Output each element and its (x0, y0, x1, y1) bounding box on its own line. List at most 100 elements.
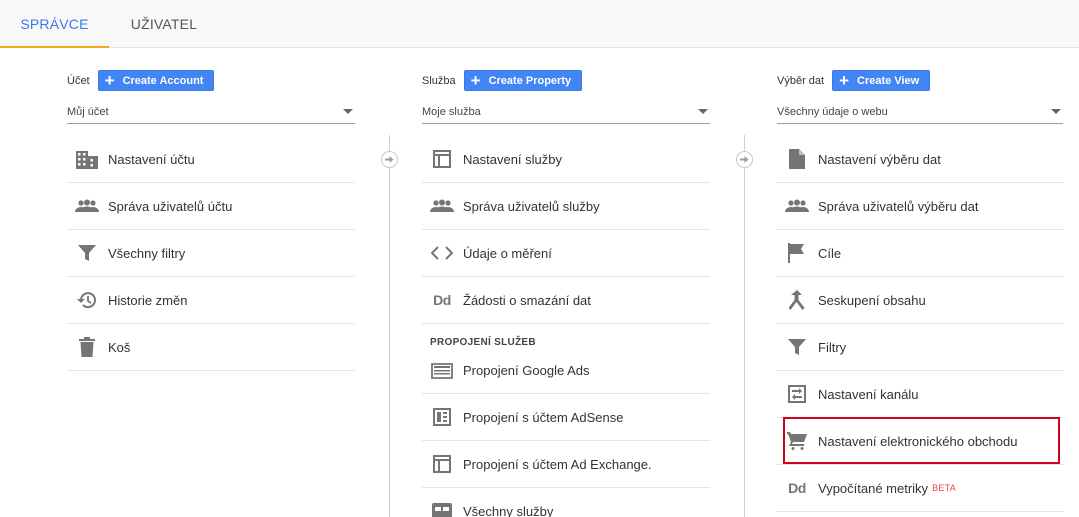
dropdown-caret-icon (1051, 109, 1061, 114)
column-divider (389, 135, 390, 517)
create-account-button[interactable]: + Create Account (97, 70, 215, 91)
item-label: Údaje o měření (463, 245, 552, 261)
item-label: Propojení s účtem Ad Exchange. (463, 456, 652, 472)
item-label: Historie změn (108, 292, 188, 308)
trash-icon (75, 335, 99, 359)
account-users-item[interactable]: Správa uživatelů účtu (67, 183, 355, 230)
filter-icon (785, 335, 809, 359)
account-menu: Nastavení účtu Správa uživatelů účtu Vše… (67, 136, 355, 371)
arrow-right-icon (736, 151, 753, 168)
plus-icon: + (839, 71, 850, 90)
item-label: Nastavení elektronického obchodu (818, 433, 1018, 449)
tab-admin[interactable]: SPRÁVCE (0, 0, 109, 48)
account-filters-item[interactable]: Všechny filtry (67, 230, 355, 277)
item-label: Nastavení služby (463, 151, 562, 167)
property-users-item[interactable]: Správa uživatelů služby (422, 183, 710, 230)
view-menu: Nastavení výběru dat Správa uživatelů vý… (777, 136, 1063, 512)
item-label: Koš (108, 339, 131, 355)
view-column: Výběr dat + Create View Všechny údaje o … (777, 48, 1064, 517)
account-history-item[interactable]: Historie změn (67, 277, 355, 324)
item-label: Správa uživatelů služby (463, 198, 600, 214)
view-filters-item[interactable]: Filtry (777, 324, 1063, 371)
all-services-item[interactable]: Všechny služby (422, 488, 710, 517)
cart-icon (785, 429, 809, 453)
account-selected: Můj účet (67, 105, 109, 118)
item-label: Nastavení výběru dat (818, 151, 941, 167)
item-label: Propojení s účtem AdSense (463, 409, 624, 425)
item-label: Cíle (818, 245, 842, 261)
account-trash-item[interactable]: Koš (67, 324, 355, 371)
dropdown-caret-icon (698, 109, 708, 114)
ecommerce-settings-item[interactable]: Nastavení elektronického obchodu (777, 418, 1063, 465)
account-selector[interactable]: Můj účet (67, 100, 355, 124)
view-label: Výběr dat (777, 74, 825, 87)
services-icon (430, 499, 454, 517)
account-header: Účet + Create Account (67, 70, 215, 91)
item-label: Filtry (818, 339, 847, 355)
adsense-icon (430, 405, 454, 429)
property-selected: Moje služba (422, 105, 481, 118)
people-icon (785, 194, 809, 218)
item-label: Správa uživatelů výběru dat (818, 198, 979, 214)
property-settings-item[interactable]: Nastavení služby (422, 136, 710, 183)
create-property-label: Create Property (488, 74, 572, 87)
property-deletion-item[interactable]: Dd Žádosti o smazání dat (422, 277, 710, 324)
property-selector[interactable]: Moje služba (422, 100, 710, 124)
account-settings-item[interactable]: Nastavení účtu (67, 136, 355, 183)
layout-icon (430, 147, 454, 171)
adsense-link-item[interactable]: Propojení s účtem AdSense (422, 394, 710, 441)
history-icon (75, 288, 99, 312)
create-view-label: Create View (857, 74, 920, 87)
item-label: Správa uživatelů účtu (108, 198, 233, 214)
property-tracking-item[interactable]: Údaje o měření (422, 230, 710, 277)
item-label: Nastavení účtu (108, 151, 195, 167)
ad-exchange-link-item[interactable]: Propojení s účtem Ad Exchange. (422, 441, 710, 488)
item-label: Nastavení kanálu (818, 386, 919, 402)
view-users-item[interactable]: Správa uživatelů výběru dat (777, 183, 1063, 230)
account-column: Účet + Create Account Můj účet Nastavení… (67, 48, 355, 517)
view-settings-item[interactable]: Nastavení výběru dat (777, 136, 1063, 183)
people-icon (75, 194, 99, 218)
channel-settings-item[interactable]: Nastavení kanálu (777, 371, 1063, 418)
goals-item[interactable]: Cíle (777, 230, 1063, 277)
create-account-label: Create Account (122, 74, 204, 87)
create-view-button[interactable]: + Create View (832, 70, 931, 91)
item-label: Seskupení obsahu (818, 292, 926, 308)
column-divider (744, 135, 745, 517)
funnel-settings-icon (785, 382, 809, 406)
google-ads-link-item[interactable]: Propojení Google Ads (422, 348, 710, 394)
merge-icon (785, 288, 809, 312)
plus-icon: + (470, 71, 481, 90)
building-icon (75, 147, 99, 171)
item-label: Všechny služby (463, 503, 554, 517)
dd-icon: Dd (433, 292, 451, 308)
content-grouping-item[interactable]: Seskupení obsahu (777, 277, 1063, 324)
admin-tabbar: SPRÁVCE UŽIVATEL (0, 0, 1079, 48)
item-label: Propojení Google Ads (463, 363, 590, 378)
tab-user[interactable]: UŽIVATEL (118, 0, 210, 48)
view-selected: Všechny údaje o webu (777, 105, 888, 118)
item-label: Vypočítané metriky (818, 480, 929, 496)
property-menu: Nastavení služby Správa uživatelů služby… (422, 136, 710, 517)
property-column: Služba + Create Property Moje služba Nas… (422, 48, 710, 517)
arrow-right-icon (381, 151, 398, 168)
view-header: Výběr dat + Create View (777, 70, 931, 91)
dd-icon: Dd (788, 480, 806, 496)
filter-icon (75, 241, 99, 265)
property-label: Služba (422, 74, 456, 87)
ads-icon (430, 359, 454, 383)
property-header: Služba + Create Property (422, 70, 583, 91)
plus-icon: + (104, 71, 115, 90)
account-label: Účet (67, 74, 90, 87)
dropdown-caret-icon (343, 109, 353, 114)
people-icon (430, 194, 454, 218)
create-property-button[interactable]: + Create Property (463, 70, 583, 91)
item-label: Všechny filtry (108, 245, 186, 261)
code-icon (430, 241, 454, 265)
document-icon (785, 147, 809, 171)
item-label: Žádosti o smazání dat (463, 292, 591, 308)
view-selector[interactable]: Všechny údaje o webu (777, 100, 1063, 124)
layout-icon (430, 452, 454, 476)
calculated-metrics-item[interactable]: Dd Vypočítané metriky BETA (777, 465, 1063, 512)
section-title: PROPOJENÍ SLUŽEB (430, 337, 536, 348)
